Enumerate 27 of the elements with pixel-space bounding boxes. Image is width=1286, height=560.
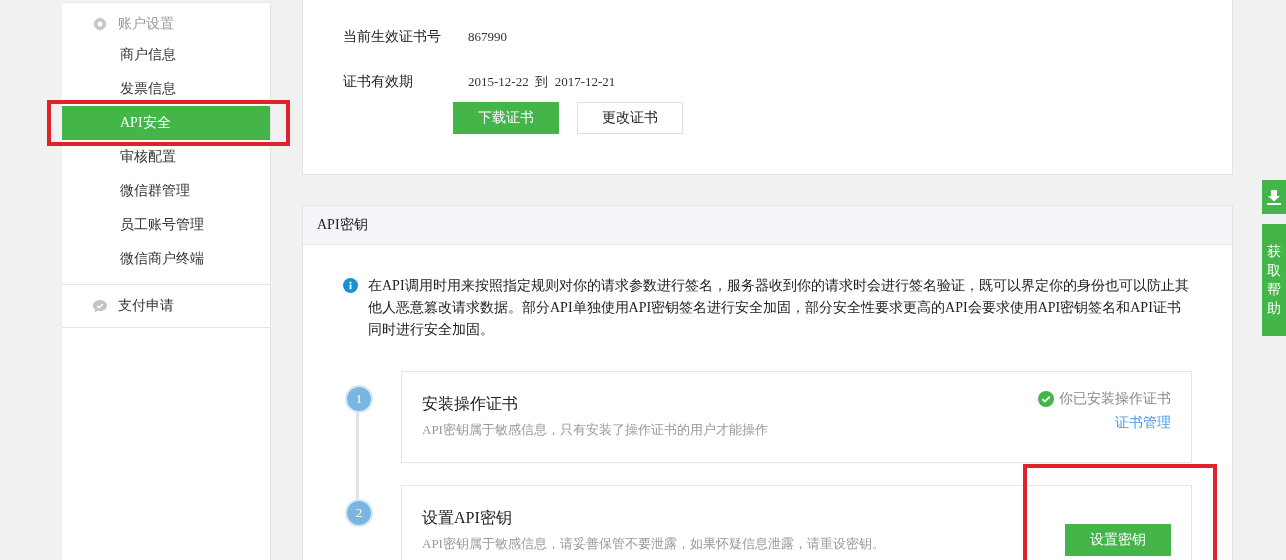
step-title: 安装操作证书 bbox=[422, 394, 519, 414]
field-label: 当前生效证书号 bbox=[343, 28, 442, 46]
sidebar-item[interactable]: 微信群管理 bbox=[62, 174, 270, 208]
chat-icon bbox=[92, 298, 108, 314]
download-icon bbox=[1266, 189, 1282, 205]
sidebar-section-title[interactable]: 支付申请 bbox=[118, 297, 174, 315]
sidebar-item[interactable]: 微信商户终端 bbox=[62, 242, 270, 276]
status-text: 你已安装操作证书 bbox=[1059, 390, 1171, 408]
card-title: API密钥 bbox=[317, 217, 368, 232]
info-icon bbox=[343, 278, 358, 293]
sidebar-item[interactable]: 审核配置 bbox=[62, 140, 270, 174]
gear-icon bbox=[92, 16, 108, 32]
info-text: 在API调用时用来按照指定规则对你的请求参数进行签名，服务器收到你的请求时会进行签名验证，既可以界定你的身份也可以防止其他人恶意篡改请求数据。部分API单独使用API密钥签名进行安全加固，部分安全性要求更高的API会要求使用API密钥签名和API证书同时进行安全加固。 bbox=[368, 277, 1190, 339]
step-title: 设置API密钥 bbox=[422, 508, 513, 528]
sidebar-item[interactable]: 商户信息 bbox=[62, 38, 270, 72]
check-icon bbox=[1038, 391, 1054, 407]
field-value: 867990 bbox=[468, 29, 507, 45]
field-label: 证书有效期 bbox=[343, 73, 414, 91]
field-value: 2015-12-22 到 2017-12-21 bbox=[468, 73, 616, 91]
step-description: API密钥属于敏感信息，只有安装了操作证书的用户才能操作 bbox=[422, 421, 768, 439]
step-description: API密钥属于敏感信息，请妥善保管不要泄露，如果怀疑信息泄露，请重设密钥。 bbox=[422, 535, 885, 553]
step-number: 1 bbox=[345, 385, 373, 413]
download-tool-button[interactable] bbox=[1262, 180, 1286, 214]
sidebar-item[interactable]: 员工账号管理 bbox=[62, 208, 270, 242]
step-number: 2 bbox=[345, 499, 373, 527]
change-button[interactable]: 更改证书 bbox=[577, 102, 683, 134]
sidebar-item[interactable]: 发票信息 bbox=[62, 72, 270, 106]
